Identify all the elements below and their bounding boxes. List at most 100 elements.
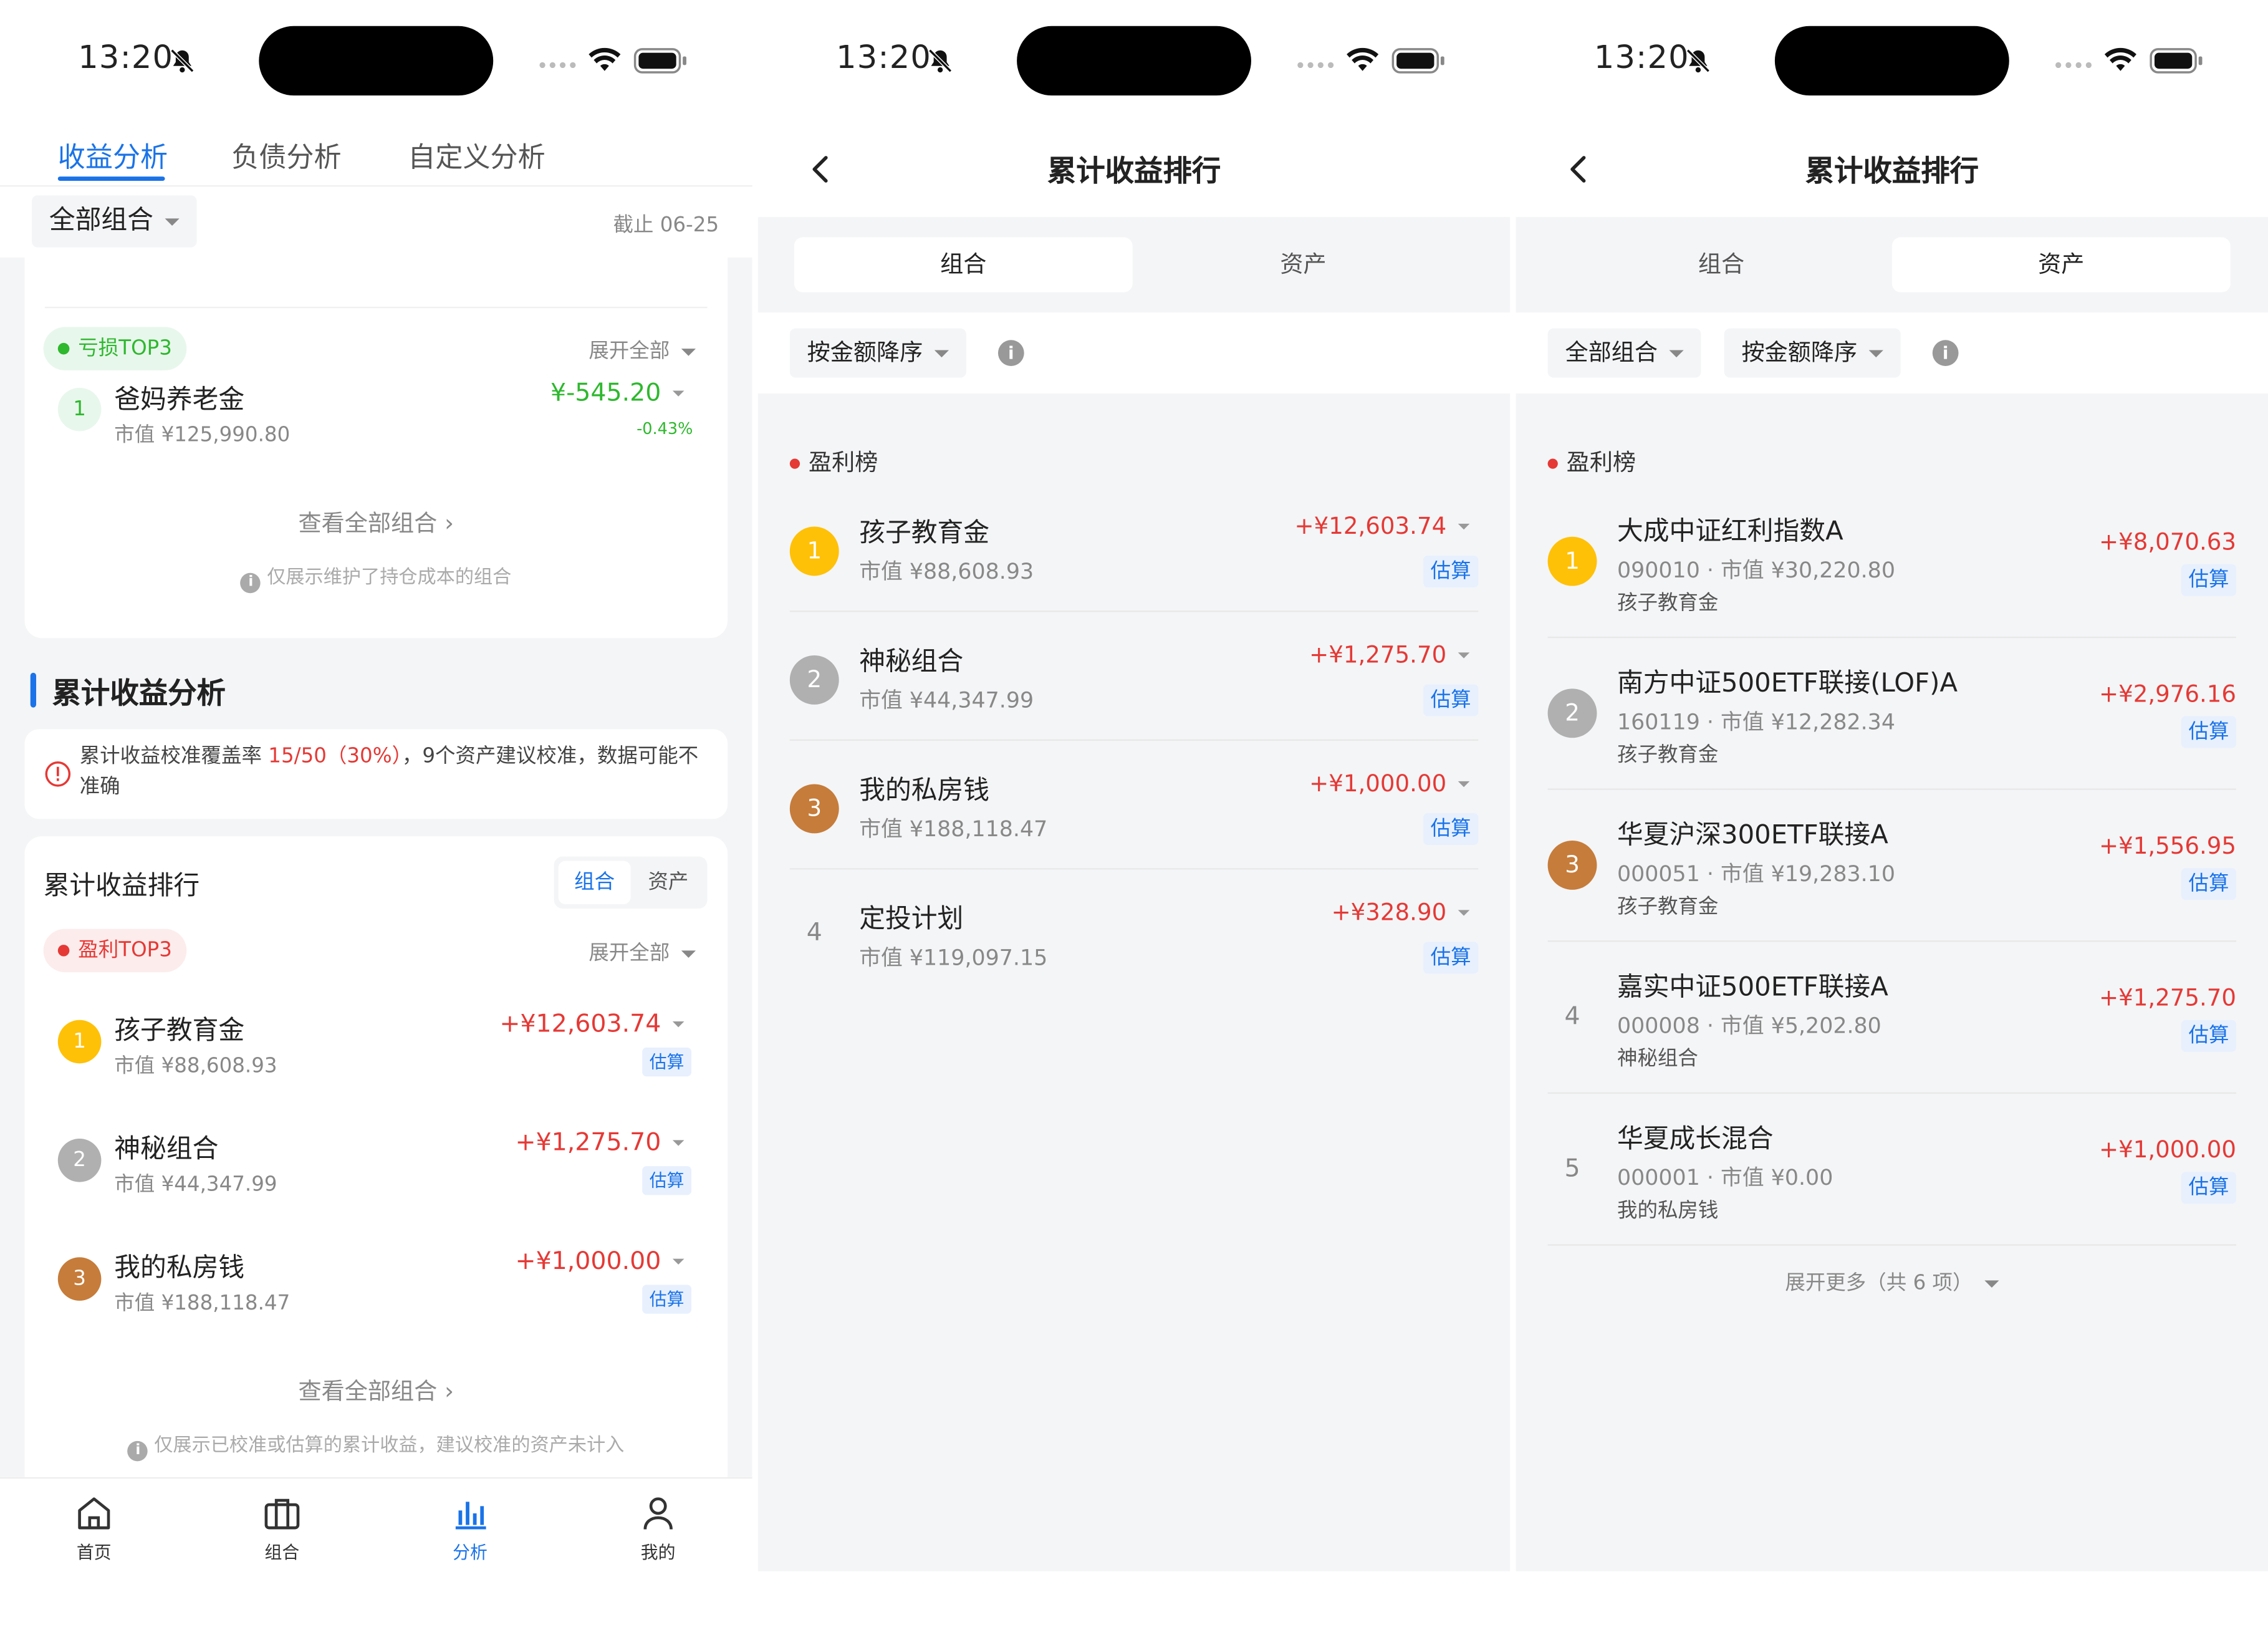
signal-icon [539,62,576,69]
top-tabs: 收益分析 负债分析 自定义分析 [0,130,752,185]
profit-top3-label: 盈利TOP3 [78,938,172,962]
profit-top3-tag: 盈利TOP3 [43,928,187,973]
estimate-badge: 估算 [642,1047,692,1077]
chevron-down-icon [165,218,180,225]
chevron-down-icon [1669,350,1684,358]
tabbar-portfolio[interactable]: 组合 [239,1493,325,1564]
profit-amount: +¥328.90 [1331,898,1447,926]
rank-badge: 3 [1547,841,1597,890]
ranking-note-text: 仅展示已校准或估算的累计收益，建议校准的资产未计入 [154,1435,625,1457]
chevron-right-icon: › [444,1377,454,1405]
portfolio-filter-label: 全部组合 [1565,338,1658,367]
dot-icon [57,342,70,355]
view-all-portfolios-link[interactable]: 查看全部组合 › [24,1372,728,1407]
bell-muted-icon [928,49,953,73]
tabbar-me-label: 我的 [640,1542,676,1563]
sort-dropdown[interactable]: 按金额降序 [1724,328,1901,378]
tab-liability-analysis[interactable]: 负债分析 [231,136,341,175]
estimate-badge: 估算 [2181,716,2237,748]
sort-label: 按金额降序 [807,338,923,367]
bell-muted-icon [1686,49,1710,73]
divider [44,306,708,309]
info-icon[interactable]: i [1932,340,1959,367]
estimate-badge: 估算 [1423,555,1479,588]
segment-control: 组合 资产 [1516,217,2268,313]
tabbar-me[interactable]: 我的 [615,1493,701,1564]
chevron-down-icon[interactable] [1458,652,1470,658]
status-bar: 13:20 [758,0,1511,122]
owner-portfolio: 孩子教育金 [1617,743,1719,767]
tab-income-analysis[interactable]: 收益分析 [58,136,168,175]
toggle-portfolio[interactable]: 组合 [558,861,631,905]
toggle-asset[interactable]: 资产 [632,861,704,905]
profit-board-label: 盈利榜 [789,443,878,478]
view-all-portfolios-link[interactable]: 查看全部组合 › [24,503,728,538]
calibration-warning[interactable]: 累计收益校准覆盖率 15/50（30%），9个资产建议校准，数据可能不准确 [24,729,728,819]
estimate-badge: 估算 [1423,813,1479,845]
info-icon[interactable]: i [997,340,1024,367]
profit-amount: +¥12,603.74 [499,1010,661,1039]
owner-portfolio: 孩子教育金 [1617,591,1719,615]
sort-dropdown[interactable]: 按金额降序 [789,328,966,378]
segment-portfolio[interactable]: 组合 [794,237,1133,292]
profit-amount: +¥1,275.70 [515,1128,661,1158]
portfolio-filter[interactable]: 全部组合 [1547,328,1701,378]
profit-amount: +¥1,000.00 [2098,1136,2237,1164]
divider [1547,1092,2237,1094]
ranking-title: 累计收益排行 [43,871,200,902]
loss-expand-all[interactable]: 展开全部 [589,335,696,364]
tabbar-home[interactable]: 首页 [50,1493,137,1564]
wifi-icon [2104,47,2136,71]
divider [1547,1244,2237,1246]
chevron-down-icon[interactable] [672,1258,685,1265]
chevron-down-icon[interactable] [672,390,685,397]
section-title: 累计收益分析 [52,675,226,711]
chevron-down-icon[interactable] [672,1021,685,1028]
loss-expand-label: 展开全部 [589,340,670,364]
sort-label: 按金额降序 [1741,338,1858,367]
chevron-down-icon[interactable] [1458,781,1470,788]
chevron-right-icon: › [444,509,454,537]
as-of-date: 截止 06-25 [613,214,719,238]
portfolio-name: 孩子教育金 [859,518,990,549]
asset-name: 大成中证红利指数A [1617,516,1843,547]
ranking-note: i 仅展示已校准或估算的累计收益，建议校准的资产未计入 [24,1429,728,1462]
loss-note-text: 仅展示维护了持仓成本的组合 [267,567,512,589]
profit-amount: +¥1,275.70 [1309,640,1447,668]
rank-badge: 1 [57,1020,102,1064]
portfolio-name: 我的私房钱 [114,1253,245,1284]
chevron-down-icon [681,348,696,355]
estimate-badge: 估算 [642,1166,692,1195]
market-value: 市值 ¥188,118.47 [114,1291,291,1316]
bell-muted-icon [170,49,195,73]
analysis-scroll-area[interactable]: 亏损TOP3 展开全部 1 爸妈养老金 市值 ¥125,990.80 ¥-545… [0,257,752,1477]
view-all-label: 查看全部组合 [298,509,438,537]
rank-badge: 3 [789,784,839,834]
chevron-down-icon[interactable] [1458,910,1470,916]
portfolio-filter[interactable]: 全部组合 [32,195,197,248]
status-time: 13:20 [1593,40,1689,77]
ranking-list[interactable]: 盈利榜 1 大成中证红利指数A 090010 · 市值 ¥30,220.80 孩… [1516,393,2268,1571]
tabbar-analysis[interactable]: 分析 [426,1493,513,1564]
owner-portfolio: 我的私房钱 [1617,1199,1719,1223]
market-value: 市值 ¥188,118.47 [859,816,1048,842]
asset-code-value: 000001 · 市值 ¥0.00 [1617,1164,1833,1191]
chevron-down-icon[interactable] [672,1140,685,1146]
segment-asset[interactable]: 资产 [1134,238,1473,292]
expand-more-button[interactable]: 展开更多（共 6 项） [1516,1267,2268,1296]
asset-name: 嘉实中证500ETF联接A [1617,972,1888,1003]
segment-portfolio[interactable]: 组合 [1552,238,1891,292]
user-icon [643,1497,673,1530]
market-value: 市值 ¥125,990.80 [114,423,291,447]
chevron-down-icon[interactable] [1458,523,1470,530]
asset-code-value: 160119 · 市值 ¥12,282.34 [1617,708,1895,735]
tab-custom-analysis[interactable]: 自定义分析 [408,136,545,175]
chart-icon [455,1502,486,1530]
warning-icon [45,761,71,787]
profit-expand-all[interactable]: 展开全部 [589,937,696,966]
profit-amount: +¥1,000.00 [515,1247,661,1276]
ranking-list[interactable]: 盈利榜 1 孩子教育金 市值 ¥88,608.93 +¥12,603.74 估算… [757,393,1511,1571]
rank-badge: 1 [57,387,102,432]
profit-amount: +¥8,070.63 [2098,528,2237,556]
segment-asset[interactable]: 资产 [1891,237,2231,292]
